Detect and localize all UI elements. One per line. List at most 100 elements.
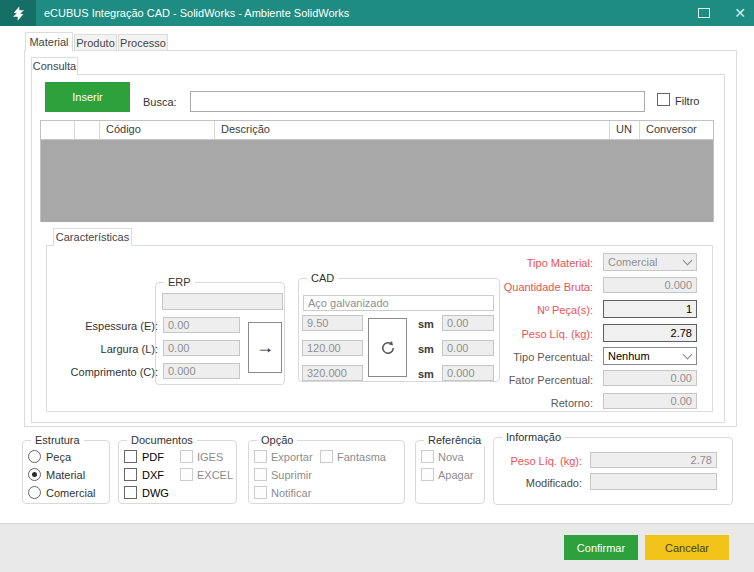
- right-arrow-icon: →: [256, 337, 274, 358]
- sm-label-3: sm: [418, 368, 434, 380]
- checkbox-exportar-label: Exportar: [271, 451, 313, 463]
- app-logo-icon: [0, 0, 36, 26]
- checkbox-iges-label: IGES: [197, 451, 223, 463]
- refresh-button[interactable]: [368, 318, 407, 377]
- window-title: eCUBUS Integração CAD - SolidWorks - Amb…: [44, 0, 349, 26]
- tipo-material-label: Tipo Material:: [483, 257, 593, 269]
- tipo-percentual-value: Nenhum: [608, 350, 650, 362]
- busca-input[interactable]: [190, 91, 645, 112]
- checkbox-iges: [180, 450, 193, 463]
- radio-comercial[interactable]: [28, 486, 41, 499]
- tipo-material-value: Comercial: [608, 256, 658, 268]
- checkbox-pdf-label: PDF: [142, 451, 164, 463]
- checkbox-pdf[interactable]: [124, 450, 137, 463]
- checkbox-suprimir-label: Suprimir: [271, 469, 312, 481]
- chevron-down-icon: [683, 256, 693, 266]
- tab-produto[interactable]: Produto: [74, 34, 117, 51]
- largura-cad-field[interactable]: 120.00: [302, 340, 363, 356]
- tipo-percentual-combo[interactable]: Nenhum: [603, 347, 697, 365]
- espessura-erp-field[interactable]: 0.00: [163, 317, 240, 333]
- checkbox-apagar: [421, 468, 434, 481]
- erp-group-title: ERP: [164, 276, 195, 288]
- informacao-peso-liq-label: Peso Líq. (kg):: [482, 455, 582, 467]
- chevron-down-icon: [683, 350, 693, 360]
- num-pecas-label: Nº Peça(s):: [483, 304, 593, 316]
- estrutura-group-title: Estrutura: [31, 434, 84, 446]
- retorno-field[interactable]: 0.00: [603, 393, 697, 409]
- checkbox-nova: [421, 450, 434, 463]
- comprimento-label: Comprimento (C):: [38, 366, 158, 378]
- checkbox-exportar: [254, 450, 267, 463]
- documentos-group-title: Documentos: [127, 434, 197, 446]
- radio-comercial-label: Comercial: [46, 487, 96, 499]
- sm-label-1: sm: [418, 318, 434, 330]
- largura-erp-field[interactable]: 0.00: [163, 340, 240, 356]
- confirmar-button[interactable]: Confirmar: [564, 535, 638, 560]
- close-icon[interactable]: ✕: [728, 0, 752, 26]
- title-bar: eCUBUS Integração CAD - SolidWorks - Amb…: [0, 0, 754, 26]
- tab-caracteristicas[interactable]: Características: [53, 228, 132, 246]
- checkbox-fantasma-label: Fantasma: [337, 451, 386, 463]
- fator-percentual-field[interactable]: 0.00: [603, 370, 697, 386]
- checkbox-suprimir: [254, 468, 267, 481]
- referencia-group-title: Referência: [424, 434, 485, 446]
- checkbox-excel-label: EXCEL: [197, 469, 233, 481]
- filtro-label: Filtro: [675, 95, 699, 107]
- informacao-peso-liq-field[interactable]: 2.78: [590, 452, 717, 468]
- checkbox-dwg-label: DWG: [142, 487, 169, 499]
- tab-processo[interactable]: Processo: [118, 34, 168, 51]
- modificado-field[interactable]: [590, 473, 717, 490]
- filtro-checkbox[interactable]: [657, 93, 670, 106]
- radio-material[interactable]: [28, 468, 41, 481]
- tab-consulta[interactable]: Consulta: [31, 57, 78, 75]
- sm-label-2: sm: [418, 343, 434, 355]
- dialog-window: eCUBUS Integração CAD - SolidWorks - Amb…: [0, 0, 754, 572]
- tipo-percentual-label: Tipo Percentual:: [483, 351, 593, 363]
- checkbox-dwg[interactable]: [124, 486, 137, 499]
- cancelar-button[interactable]: Cancelar: [645, 535, 729, 560]
- cad-material-field[interactable]: Aço galvanizado: [303, 295, 494, 311]
- comprimento-erp-field[interactable]: 0.000: [163, 363, 240, 379]
- checkbox-fantasma: [320, 450, 333, 463]
- column-header-conversor[interactable]: Conversor: [640, 121, 713, 139]
- checkbox-notificar: [254, 486, 267, 499]
- retorno-label: Retorno:: [483, 397, 593, 409]
- tab-material[interactable]: Material: [25, 32, 73, 51]
- column-header-descricao[interactable]: Descrição: [215, 121, 610, 139]
- espessura-label: Espessura (E):: [38, 320, 158, 332]
- peso-liq-field[interactable]: 2.78: [603, 324, 697, 342]
- cad-group-title: CAD: [307, 272, 338, 284]
- radio-peca[interactable]: [28, 450, 41, 463]
- erp-name-field[interactable]: [162, 293, 283, 310]
- app-logo-glyph: [9, 4, 28, 23]
- checkbox-dxf-label: DXF: [142, 469, 164, 481]
- tipo-material-combo[interactable]: Comercial: [603, 253, 697, 271]
- checkbox-dxf[interactable]: [124, 468, 137, 481]
- num-pecas-field[interactable]: 1: [603, 300, 697, 318]
- peso-liq-label: Peso Líq. (kg):: [483, 328, 593, 340]
- radio-material-label: Material: [46, 469, 85, 481]
- busca-label: Busca:: [143, 96, 177, 108]
- footer-bar: [0, 523, 754, 572]
- checkbox-apagar-label: Apagar: [438, 469, 473, 481]
- modificado-label: Modificado:: [482, 477, 582, 489]
- column-header-blank2[interactable]: [75, 121, 100, 139]
- column-header-blank1[interactable]: [41, 121, 75, 139]
- informacao-group: Informação: [493, 437, 733, 505]
- opcao-group-title: Opção: [257, 434, 297, 446]
- quantidade-bruta-field[interactable]: 0.000: [603, 277, 697, 293]
- comprimento-cad-field[interactable]: 320.000: [302, 365, 363, 381]
- checkbox-nova-label: Nova: [438, 451, 464, 463]
- column-header-un[interactable]: UN: [610, 121, 640, 139]
- quantidade-bruta-label: Quantidade Bruta:: [483, 281, 593, 293]
- maximize-icon[interactable]: [698, 8, 710, 18]
- transfer-arrow-button[interactable]: →: [248, 322, 282, 373]
- table-body-empty: [41, 140, 713, 222]
- checkbox-excel: [180, 468, 193, 481]
- column-header-codigo[interactable]: Código: [100, 121, 215, 139]
- fator-percentual-label: Fator Percentual:: [483, 374, 593, 386]
- results-table[interactable]: Código Descrição UN Conversor: [40, 120, 714, 222]
- inserir-button[interactable]: Inserir: [45, 82, 130, 112]
- espessura-cad-field[interactable]: 9.50: [302, 315, 363, 331]
- informacao-group-title: Informação: [502, 431, 565, 443]
